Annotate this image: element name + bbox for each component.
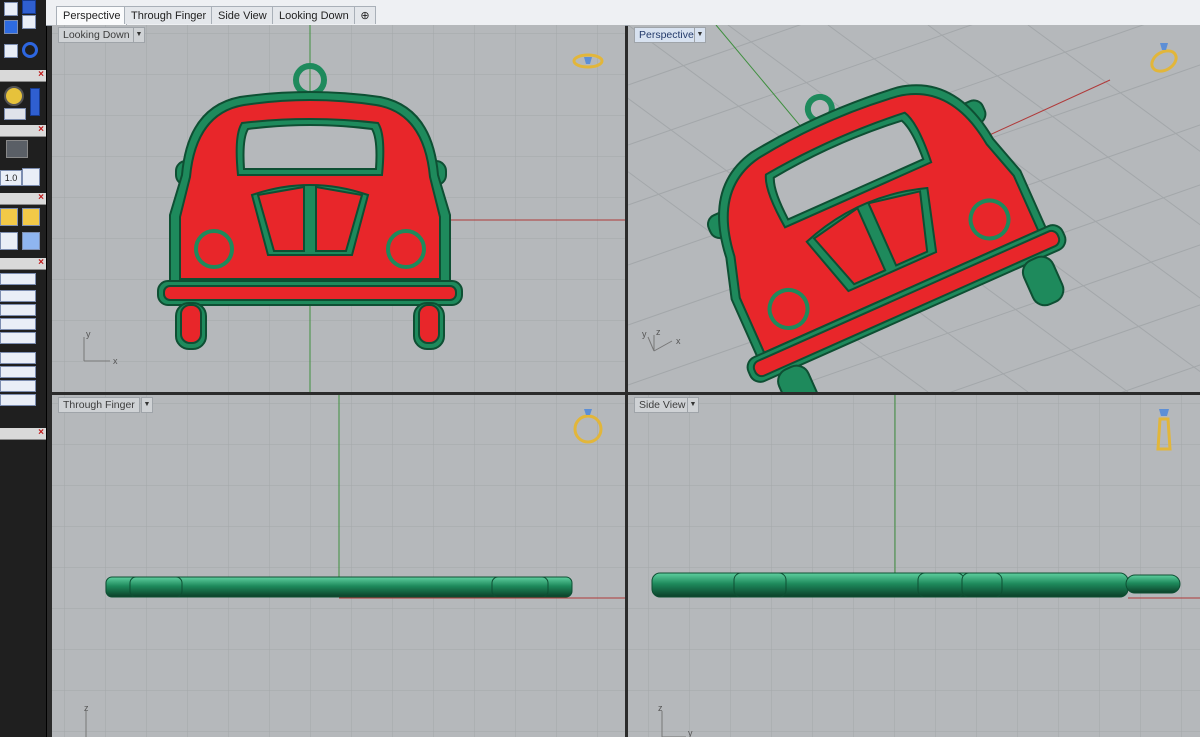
toolbar-button[interactable] (22, 232, 40, 250)
add-tab-button[interactable]: ⊕ (354, 6, 376, 24)
viewport-menu-arrow-icon[interactable]: ▼ (687, 397, 699, 413)
car-pendant-side-model (651, 572, 1181, 598)
viewport-title[interactable]: Side View (634, 397, 691, 413)
toolbar-button[interactable] (0, 290, 36, 302)
toolbar-button[interactable] (22, 15, 36, 29)
viewport-tab-bar: Perspective Through Finger Side View Loo… (46, 0, 1200, 26)
gem-tool-icon[interactable] (4, 86, 24, 106)
viewport-scene: z (52, 395, 625, 737)
viewport-title[interactable]: Through Finger (58, 397, 140, 413)
tab-looking-down[interactable]: Looking Down (272, 6, 356, 24)
toolbar-button[interactable] (4, 2, 18, 16)
viewport-menu-arrow-icon[interactable]: ▼ (141, 397, 153, 413)
viewport-through-finger[interactable]: z Through Finger ▼ (52, 395, 625, 737)
toolbar-group-header: × (0, 257, 46, 270)
ring-view-icon (1150, 43, 1178, 73)
value-field[interactable]: 1.0 (0, 170, 22, 186)
toolbar-button[interactable] (0, 304, 36, 316)
tab-perspective[interactable]: Perspective (56, 6, 128, 25)
tab-side-view[interactable]: Side View (211, 6, 274, 24)
axis-label-y: y (86, 329, 91, 339)
plus-icon: ⊕ (360, 10, 370, 22)
toolbar-button[interactable] (30, 88, 40, 116)
toolbar-button[interactable] (0, 332, 36, 344)
toolbar-group-header: × (0, 124, 46, 137)
close-icon[interactable]: × (38, 124, 44, 135)
toolbar-button[interactable] (0, 273, 36, 285)
viewport-scene: z y (628, 395, 1200, 737)
axis-label-y: y (688, 728, 693, 737)
axis-label-x: x (676, 336, 681, 346)
car-pendant-model (707, 84, 1067, 392)
circle-tool-icon[interactable] (22, 42, 38, 58)
axis-label-z: z (658, 703, 663, 713)
dropdown-button[interactable] (4, 108, 26, 120)
left-toolbar: × × 1.0 × × × (0, 0, 47, 737)
viewport-menu-arrow-icon[interactable]: ▼ (133, 27, 145, 43)
close-icon[interactable]: × (38, 257, 44, 268)
toolbar-button[interactable] (0, 394, 36, 406)
close-icon[interactable]: × (38, 427, 44, 438)
toolbar-button[interactable] (22, 208, 40, 226)
axis-label-y: y (642, 329, 647, 339)
axis-label-x: x (113, 356, 118, 366)
axis-gizmo (647, 335, 673, 352)
viewport-scene: x y (52, 25, 625, 392)
toolbar-button[interactable] (0, 208, 18, 226)
car-pendant-side-model (105, 576, 573, 598)
toolbar-button[interactable] (0, 352, 36, 364)
grid-snap-icon[interactable] (22, 168, 40, 186)
toolbar-group-header: × (0, 69, 46, 82)
axis-label-z: z (84, 703, 89, 713)
viewport-scene: x y z (628, 25, 1200, 392)
toolbar-group-header: × (0, 427, 46, 440)
close-icon[interactable]: × (38, 192, 44, 203)
toolbar-button[interactable] (22, 0, 36, 14)
figure-icon[interactable] (0, 232, 18, 250)
toolbar-button[interactable] (0, 318, 36, 330)
close-icon[interactable]: × (38, 69, 44, 80)
tab-through-finger[interactable]: Through Finger (124, 6, 214, 24)
viewport-side-view[interactable]: z y Side View ▼ (628, 395, 1200, 737)
viewport-menu-arrow-icon[interactable]: ▼ (694, 27, 706, 43)
toolbar-button[interactable] (0, 380, 36, 392)
viewport-perspective[interactable]: x y z Perspective ▼ (628, 25, 1200, 392)
axis-label-z: z (656, 327, 661, 337)
viewport-title[interactable]: Perspective (634, 27, 699, 43)
viewport-title[interactable]: Looking Down (58, 27, 135, 43)
toolbar-button[interactable] (0, 366, 36, 378)
toolbar-button[interactable] (4, 20, 18, 34)
viewport-looking-down[interactable]: x y Looking Down ▼ (52, 25, 625, 392)
scissors-icon[interactable] (4, 44, 18, 58)
camera-icon[interactable] (6, 140, 28, 158)
toolbar-group-header: × (0, 192, 46, 205)
